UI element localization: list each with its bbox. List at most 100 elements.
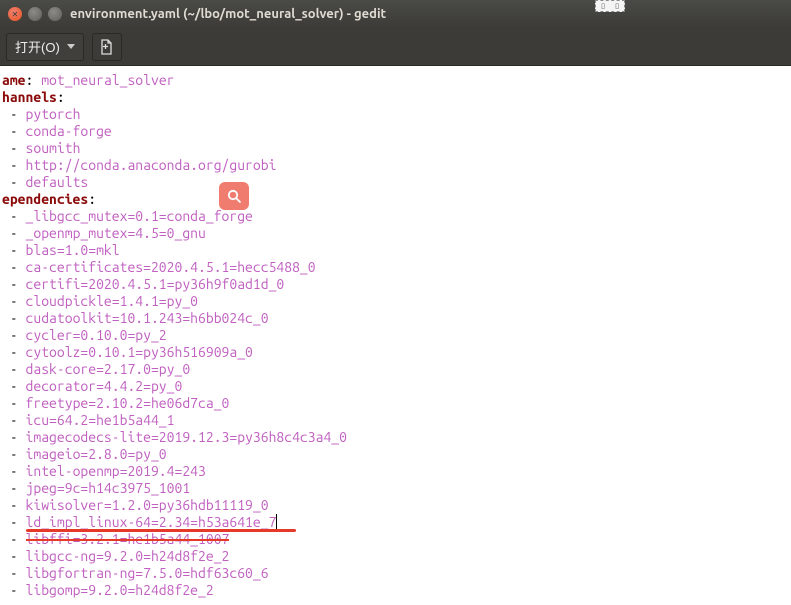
editor-line: - certifi=2020.4.5.1=py36h9f0ad1d_0	[2, 276, 791, 293]
yaml-value: mot_neural_solver	[41, 72, 174, 88]
yaml-dash: -	[2, 293, 26, 309]
yaml-dash: -	[2, 276, 26, 292]
yaml-dash: -	[2, 259, 26, 275]
red-strikethrough-annotation	[26, 539, 230, 541]
search-overlay-button[interactable]	[219, 182, 249, 210]
yaml-dash: -	[2, 582, 26, 598]
yaml-dash: -	[2, 327, 26, 343]
yaml-dash: -	[2, 225, 26, 241]
yaml-list-item: dask-core=2.17.0=py_0	[26, 361, 191, 377]
editor-line: - soumith	[2, 140, 791, 157]
yaml-dash: -	[2, 208, 26, 224]
yaml-list-item: cycler=0.10.0=py_2	[26, 327, 167, 343]
yaml-dash: -	[2, 412, 26, 428]
yaml-list-item: libgcc-ng=9.2.0=h24d8f2e_2	[26, 548, 230, 564]
yaml-dash: -	[2, 361, 26, 377]
yaml-list-item: cudatoolkit=10.1.243=h6bb024c_0	[26, 310, 269, 326]
editor-line: - cudatoolkit=10.1.243=h6bb024c_0	[2, 310, 791, 327]
yaml-dash: -	[2, 106, 26, 122]
yaml-list-item: http://conda.anaconda.org/gurobi	[26, 157, 277, 173]
yaml-list-item: defaults	[26, 174, 89, 190]
yaml-dash: -	[2, 140, 26, 156]
yaml-dash: -	[2, 497, 26, 513]
editor-line: - ca-certificates=2020.4.5.1=hecc5488_0	[2, 259, 791, 276]
yaml-list-item: decorator=4.4.2=py_0	[26, 378, 183, 394]
editor-line: - imageio=2.8.0=py_0	[2, 446, 791, 463]
yaml-dash: -	[2, 174, 26, 190]
yaml-dash: -	[2, 123, 26, 139]
editor-line: - defaults	[2, 174, 791, 191]
yaml-list-item: libgomp=9.2.0=h24d8f2e_2	[26, 582, 214, 598]
open-file-label: 打开(O)	[15, 37, 60, 56]
window-close-button[interactable]: ✕	[8, 7, 22, 21]
open-file-button[interactable]: 打开(O)	[6, 33, 84, 61]
yaml-list-item: certifi=2020.4.5.1=py36h9f0ad1d_0	[26, 276, 285, 292]
editor-line: - dask-core=2.17.0=py_0	[2, 361, 791, 378]
yaml-key: hannels	[2, 89, 57, 105]
editor-line: - cycler=0.10.0=py_2	[2, 327, 791, 344]
editor-line: - decorator=4.4.2=py_0	[2, 378, 791, 395]
yaml-dash: -	[2, 344, 26, 360]
yaml-list-item: cytoolz=0.10.1=py36h516909a_0	[26, 344, 253, 360]
chevron-down-icon	[67, 44, 75, 49]
yaml-key: ame	[2, 72, 26, 88]
yaml-list-item: jpeg=9c=h14c3975_1001	[26, 480, 191, 496]
yaml-dash: -	[2, 378, 26, 394]
editor-line: - conda-forge	[2, 123, 791, 140]
yaml-list-item: kiwisolver=1.2.0=py36hdb11119_0	[26, 497, 269, 513]
yaml-dash: -	[2, 157, 26, 173]
editor-line: hannels:	[2, 89, 791, 106]
yaml-list-item: soumith	[26, 140, 81, 156]
yaml-dash: -	[2, 548, 26, 564]
yaml-list-item: ca-certificates=2020.4.5.1=hecc5488_0	[26, 259, 316, 275]
yaml-list-item: conda-forge	[26, 123, 112, 139]
new-document-button[interactable]	[92, 33, 122, 61]
red-underline-annotation	[26, 529, 297, 532]
yaml-list-item: freetype=2.10.2=he06d7ca_0	[26, 395, 230, 411]
search-icon	[226, 188, 242, 204]
window-title: environment.yaml (~/lbo/mot_neural_solve…	[70, 7, 386, 21]
editor-line: - pytorch	[2, 106, 791, 123]
editor-line: - _openmp_mutex=4.5=0_gnu	[2, 225, 791, 242]
window-minimize-button[interactable]	[28, 7, 42, 21]
yaml-list-item: pytorch	[26, 106, 81, 122]
yaml-colon: :	[26, 72, 42, 88]
yaml-dash: -	[2, 463, 26, 479]
editor-line: - libgomp=9.2.0=h24d8f2e_2	[2, 582, 791, 599]
editor-line: - _libgcc_mutex=0.1=conda_forge	[2, 208, 791, 225]
yaml-dash: -	[2, 395, 26, 411]
window-maximize-button[interactable]	[48, 7, 62, 21]
new-document-icon	[99, 39, 115, 55]
yaml-list-item: imageio=2.8.0=py_0	[26, 446, 167, 462]
yaml-list-item: cloudpickle=1.4.1=py_0	[26, 293, 198, 309]
editor-line: - freetype=2.10.2=he06d7ca_0	[2, 395, 791, 412]
editor-line: - http://conda.anaconda.org/gurobi	[2, 157, 791, 174]
editor-line: ependencies:	[2, 191, 791, 208]
yaml-list-item: libgfortran-ng=7.5.0=hdf63c60_6	[26, 565, 269, 581]
editor-line: - kiwisolver=1.2.0=py36hdb11119_0	[2, 497, 791, 514]
editor-line: - cloudpickle=1.4.1=py_0	[2, 293, 791, 310]
yaml-list-item: ld_impl_linux-64=2.34=h53a641e_7	[26, 514, 277, 530]
yaml-dash: -	[2, 429, 26, 445]
yaml-list-item: _libgcc_mutex=0.1=conda_forge	[26, 208, 253, 224]
editor-line: - jpeg=9c=h14c3975_1001	[2, 480, 791, 497]
yaml-dash: -	[2, 531, 26, 547]
yaml-list-item: _openmp_mutex=4.5=0_gnu	[26, 225, 206, 241]
editor-line: - intel-openmp=2019.4=243	[2, 463, 791, 480]
toolbar: 打开(O)	[0, 28, 791, 66]
editor-line: - cytoolz=0.10.1=py36h516909a_0	[2, 344, 791, 361]
yaml-dash: -	[2, 310, 26, 326]
yaml-dash: -	[2, 565, 26, 581]
window-controls: ✕	[8, 7, 62, 21]
yaml-dash: -	[2, 446, 26, 462]
editor-line: - libgcc-ng=9.2.0=h24d8f2e_2	[2, 548, 791, 565]
editor-line: - libgfortran-ng=7.5.0=hdf63c60_6	[2, 565, 791, 582]
yaml-dash: -	[2, 242, 26, 258]
top-unknown-widget: ▯▯	[595, 0, 625, 12]
text-editor-area[interactable]: ame: mot_neural_solverhannels: - pytorch…	[0, 66, 791, 605]
editor-line: ame: mot_neural_solver	[2, 72, 791, 89]
yaml-list-item: intel-openmp=2019.4=243	[26, 463, 206, 479]
window-titlebar: ✕ environment.yaml (~/lbo/mot_neural_sol…	[0, 0, 791, 28]
editor-line: - blas=1.0=mkl	[2, 242, 791, 259]
yaml-dash: -	[2, 514, 26, 530]
